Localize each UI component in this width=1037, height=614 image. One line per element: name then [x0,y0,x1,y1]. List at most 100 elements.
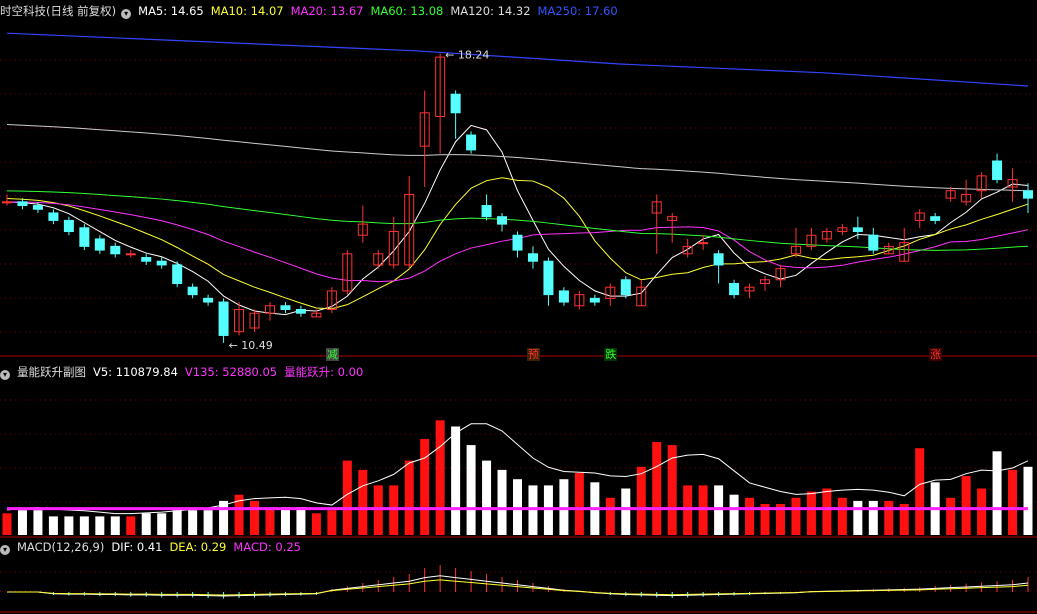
candle [156,260,167,266]
high-price-label: ← 18.24 [445,48,489,61]
volume-title: 量能跃升副图 [17,365,86,379]
volume-legend-2: 量能跃升: 0.00 [284,365,364,379]
candle [125,253,136,256]
candle [466,134,477,151]
volume-bar [605,497,615,535]
volume-bar [172,510,182,535]
candle [110,245,121,255]
ma-legend-2: MA20: 13.67 [290,4,364,18]
macd-legend-2: MACD: 0.25 [233,540,301,554]
volume-header: ▾ 量能跃升副图 V5: 110879.84 V135: 52880.05 量能跃升: … [0,365,377,380]
volume-bar [311,513,321,535]
candle [620,279,631,296]
macd-header: ▾ MACD(12,26,9) DIF: 0.41 DEA: 0.29 MACD: 0.… [0,540,315,555]
volume-bar [342,460,352,535]
volume-bar [482,460,492,535]
volume-bar [420,438,430,535]
volume-bar [466,445,476,535]
volume-bar [389,485,399,535]
volume-bar [528,485,538,535]
main-chart-title: 时空科技(日线 前复权) [0,4,117,18]
volume-bar [574,473,584,535]
candle [172,264,183,284]
volume-bar [373,485,383,535]
candle [852,227,863,233]
candle [63,219,74,233]
candle [187,286,198,296]
volume-bar [652,442,662,535]
chevron-down-icon[interactable]: ▾ [0,370,10,380]
low-price-label: ← 10.49 [229,339,273,352]
candle [930,216,941,221]
volume-bar [157,513,167,535]
signal-label: 涨 [929,348,943,361]
candle [141,257,152,262]
volume-bar [884,500,894,535]
volume-bar [667,445,677,535]
signal-label: 减 [325,348,339,361]
volume-bar [327,510,337,535]
ma-legend-4: MA120: 14.32 [450,4,531,18]
volume-bar [188,510,198,535]
chevron-down-icon[interactable]: ▾ [121,9,132,19]
candle [2,201,12,204]
volume-bar [745,497,755,535]
candle [17,201,28,207]
volume-bar [358,469,368,535]
candle [729,282,740,296]
volume-bar [126,516,136,535]
volume-bar [79,516,89,535]
ma-legend-5: MA250: 17.60 [537,4,618,18]
volume-bar [636,466,646,535]
candle [203,297,214,303]
candle [543,260,554,296]
ma120-line [6,124,1029,192]
volume-bar [17,510,27,535]
candle [280,305,291,310]
volume-bar [435,420,445,535]
candle [32,205,43,210]
macd-legend-0: DIF: 0.41 [111,540,163,554]
volume-legend-0: V5: 110879.84 [93,365,178,379]
volume-bar [806,491,816,535]
candle [48,212,59,221]
signal-label: 预 [526,348,540,361]
chevron-down-icon[interactable]: ▾ [0,545,10,555]
candle [698,242,709,245]
candle [295,308,306,314]
volume-bar [280,507,290,535]
stock-chart[interactable]: ← 18.24 ← 10.49 [0,0,1037,614]
volume-bar [513,479,522,535]
candle [1023,190,1033,199]
volume-bar [621,488,631,535]
candle [79,227,90,247]
candle [497,216,508,225]
volume-bar [853,500,863,535]
volume-bar [683,485,693,535]
volume-bar [451,426,461,535]
volume-bar [95,516,105,535]
volume-bar [992,451,1002,535]
volume-bar [729,494,739,535]
volume-bar [977,488,987,535]
candle [713,253,724,266]
macd-title: MACD(12,26,9) [17,540,105,554]
volume-bar [915,448,925,535]
volume-bar [265,507,275,535]
macd-legend-1: DEA: 0.29 [169,540,227,554]
volume-bar [1023,466,1033,535]
volume-bar [48,516,58,535]
volume-bar [203,510,213,535]
volume-bar [543,485,553,535]
volume-bar [961,476,971,535]
signal-label: 跌 [604,348,618,361]
volume-bar [837,497,847,535]
volume-bar [946,497,956,535]
volume-bar [404,460,414,535]
volume-legend-1: V135: 52880.05 [184,365,278,379]
volume-bar [822,488,832,535]
volume-bar [2,513,12,535]
candle [512,234,523,251]
volume-bar [250,500,260,535]
volume-bar [714,485,724,535]
